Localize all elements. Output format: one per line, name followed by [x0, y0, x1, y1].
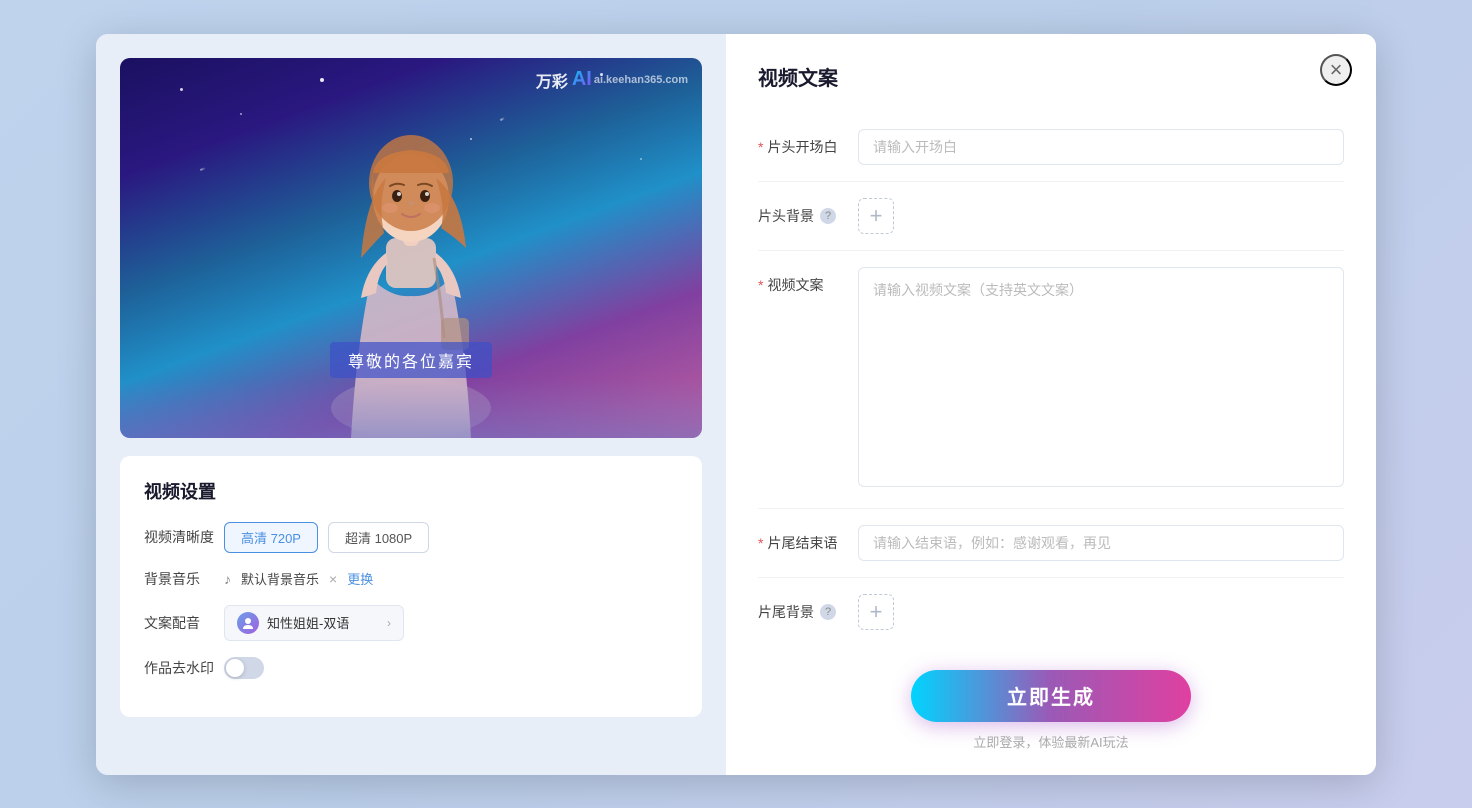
quality-row: 视频清晰度 高清 720P 超清 1080P	[144, 522, 678, 553]
opening-label: * 片头开场白	[758, 129, 858, 157]
voice-content: 知性姐姐-双语 ›	[224, 605, 678, 641]
form-area: * 片头开场白 片头背景 ? +	[758, 113, 1344, 646]
watermark: 万彩 AI ai.keehan365.com	[536, 68, 688, 92]
generate-area: 立即生成 立即登录，体验最新AI玩法	[758, 646, 1344, 751]
music-remove-button[interactable]: ×	[329, 571, 337, 587]
voice-row: 文案配音 知性姐姐-双语 ›	[144, 605, 678, 641]
generate-hint: 立即登录，体验最新AI玩法	[973, 732, 1128, 751]
ending-required-star: *	[758, 535, 763, 551]
generate-button[interactable]: 立即生成	[911, 670, 1191, 722]
video-copy-row: * 视频文案	[758, 251, 1344, 509]
ending-input[interactable]	[858, 525, 1344, 561]
quality-options: 高清 720P 超清 1080P	[224, 522, 678, 553]
watermark-row: 作品去水印	[144, 657, 678, 679]
toggle-knob	[226, 659, 244, 677]
music-label: 背景音乐	[144, 569, 224, 589]
quality-1080p-button[interactable]: 超清 1080P	[328, 522, 429, 553]
voice-avatar	[237, 612, 259, 634]
voice-chevron-icon: ›	[387, 616, 391, 630]
watermark-url: ai.keehan365.com	[594, 74, 688, 86]
voice-name: 知性姐姐-双语	[267, 613, 379, 632]
opening-input[interactable]	[858, 129, 1344, 165]
video-copy-textarea[interactable]	[858, 267, 1344, 487]
ending-label: * 片尾结束语	[758, 525, 858, 553]
video-copy-label: * 视频文案	[758, 267, 858, 295]
quality-label: 视频清晰度	[144, 527, 224, 547]
video-preview: 万彩 AI ai.keehan365.com 尊敬的各位嘉宾	[120, 58, 702, 438]
opening-content	[858, 129, 1344, 165]
footer-bg-content: +	[858, 594, 1344, 630]
music-content: ♪ 默认背景音乐 × 更换	[224, 569, 678, 588]
opening-row: * 片头开场白	[758, 113, 1344, 182]
watermark-toggle[interactable]	[224, 657, 264, 679]
watermark-toggle-label: 作品去水印	[144, 658, 224, 678]
music-note-icon: ♪	[224, 571, 231, 587]
header-bg-content: +	[858, 198, 1344, 234]
header-bg-label: 片头背景 ?	[758, 198, 858, 226]
header-bg-help-icon[interactable]: ?	[820, 208, 836, 224]
header-bg-add-button[interactable]: +	[858, 198, 894, 234]
ending-row: * 片尾结束语	[758, 509, 1344, 578]
ending-content	[858, 525, 1344, 561]
music-row: 背景音乐 ♪ 默认背景音乐 × 更换	[144, 569, 678, 589]
footer-bg-add-button[interactable]: +	[858, 594, 894, 630]
watermark-text: 万彩	[536, 68, 568, 92]
copy-required-star: *	[758, 277, 763, 293]
footer-bg-help-icon[interactable]: ?	[820, 604, 836, 620]
video-copy-content	[858, 267, 1344, 492]
settings-title: 视频设置	[144, 478, 678, 504]
voice-selector-button[interactable]: 知性姐姐-双语 ›	[224, 605, 404, 641]
main-modal: 万彩 AI ai.keehan365.com 尊敬的各位嘉宾 视频设置 视频清	[96, 34, 1376, 775]
video-settings-card: 视频设置 视频清晰度 高清 720P 超清 1080P 背景音乐 ♪ 默认背景音…	[120, 456, 702, 717]
quality-720p-button[interactable]: 高清 720P	[224, 522, 318, 553]
watermark-ai-icon: AI	[572, 68, 592, 91]
music-name: 默认背景音乐	[241, 569, 319, 588]
opening-required-star: *	[758, 139, 763, 155]
left-panel: 万彩 AI ai.keehan365.com 尊敬的各位嘉宾 视频设置 视频清	[96, 34, 726, 775]
right-panel: × 视频文案 * 片头开场白 片头背景 ?	[726, 34, 1376, 775]
music-change-button[interactable]: 更换	[347, 569, 373, 588]
subtitle-bar: 尊敬的各位嘉宾	[330, 342, 492, 378]
footer-bg-row: 片尾背景 ? +	[758, 578, 1344, 646]
footer-bg-label: 片尾背景 ?	[758, 594, 858, 622]
voice-label: 文案配音	[144, 613, 224, 633]
panel-title: 视频文案	[758, 62, 1344, 91]
watermark-toggle-content	[224, 657, 678, 679]
close-button[interactable]: ×	[1320, 54, 1352, 86]
header-bg-row: 片头背景 ? +	[758, 182, 1344, 251]
